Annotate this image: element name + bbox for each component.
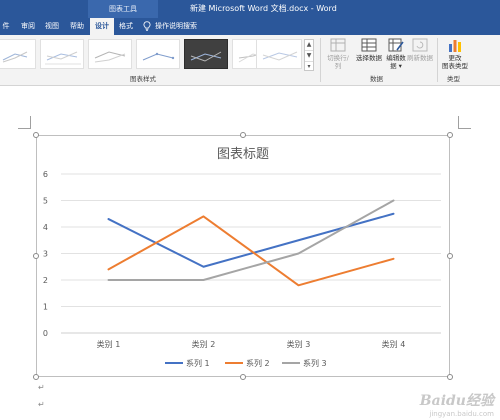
chart-style-1[interactable] <box>0 39 36 69</box>
resize-handle-bottom-left[interactable] <box>33 374 39 380</box>
resize-handle-top[interactable] <box>240 132 246 138</box>
chart-object[interactable]: 图表标题 0 1 2 3 4 5 6 类别 1 类别 2 类别 3 类别 4 系列 1 系列 2 系列 3 <box>36 135 450 377</box>
chart-style-3[interactable] <box>88 39 132 69</box>
baidu-watermark: Baidu经验 jingyan.baidu.com <box>420 390 494 418</box>
y-tick-label: 3 <box>43 250 48 259</box>
switch-row-column-icon <box>330 38 346 52</box>
resize-handle-top-right[interactable] <box>447 132 453 138</box>
tab-file[interactable]: 件 <box>0 18 12 35</box>
edit-data-label-2: 据 ▾ <box>390 62 402 70</box>
switch-row-column-button[interactable]: 切换行/列 <box>324 38 352 70</box>
edit-data-icon <box>388 38 404 52</box>
lightbulb-icon <box>143 21 151 31</box>
tab-review[interactable]: 审阅 <box>16 18 40 35</box>
type-group-label: 类型 <box>447 75 460 83</box>
y-tick-label: 0 <box>43 329 48 338</box>
resize-handle-top-left[interactable] <box>33 132 39 138</box>
chart-style-preview <box>45 51 81 65</box>
series-line-1 <box>107 212 395 268</box>
y-tick-label: 6 <box>43 170 48 179</box>
resize-handle-bottom-right[interactable] <box>447 374 453 380</box>
y-tick-label: 5 <box>43 197 48 206</box>
change-chart-type-label-2: 图表类型 <box>442 62 468 70</box>
edit-data-label-1: 编辑数 <box>386 54 406 62</box>
refresh-data-label: 刷新数据 <box>407 54 433 62</box>
refresh-data-button[interactable]: 刷新数据 <box>406 38 434 62</box>
legend-label-1: 系列 1 <box>186 358 210 368</box>
tab-design[interactable]: 设计 <box>90 18 114 35</box>
refresh-data-icon <box>412 38 428 52</box>
chart-title: 图表标题 <box>217 147 269 162</box>
tab-help[interactable]: 帮助 <box>64 18 90 35</box>
data-group-label: 数据 <box>370 75 383 83</box>
ribbon-tabs: 件 审阅 视图 帮助 设计 格式 操作说明搜索 <box>0 18 500 35</box>
x-tick-label: 类别 4 <box>382 339 406 349</box>
title-bar: 图表工具 新建 Microsoft Word 文档.docx - Word <box>0 0 500 18</box>
x-tick-label: 类别 2 <box>192 339 216 349</box>
switch-row-column-label: 切换行/列 <box>327 54 349 70</box>
ribbon-design: ▲ ▼ ▾ 图表样式 切换行/列 选择数据 编辑数 据 ▾ 刷新数据 数据 更改… <box>0 35 500 86</box>
line-chart: 图表标题 0 1 2 3 4 5 6 类别 1 类别 2 类别 3 类别 4 系列 1 系列 2 系列 3 <box>43 147 441 368</box>
chart-style-7[interactable] <box>256 39 302 69</box>
select-data-label: 选择数据 <box>356 54 382 62</box>
edit-data-button[interactable]: 编辑数 据 ▾ <box>384 38 408 70</box>
document-title: 新建 Microsoft Word 文档.docx - Word <box>190 4 337 13</box>
group-divider <box>320 38 321 82</box>
resize-handle-bottom[interactable] <box>240 374 246 380</box>
chart-style-preview <box>190 51 222 62</box>
change-chart-type-label-1: 更改 <box>448 54 462 62</box>
y-tick-label: 2 <box>43 276 48 285</box>
tab-view[interactable]: 视图 <box>40 18 64 35</box>
select-data-button[interactable]: 选择数据 <box>355 38 383 62</box>
paragraph-mark: ↵ <box>38 383 45 392</box>
chart-style-4[interactable] <box>136 39 180 69</box>
tell-me-search[interactable]: 操作说明搜索 <box>143 18 197 35</box>
chart-style-preview <box>94 51 126 63</box>
select-data-icon <box>361 38 377 52</box>
legend-label-2: 系列 2 <box>246 358 270 368</box>
style-gallery-scroll[interactable]: ▲ ▼ ▾ <box>304 39 314 71</box>
y-tick-label: 1 <box>43 303 48 312</box>
change-chart-type-button[interactable]: 更改 图表类型 <box>440 38 470 70</box>
resize-handle-right[interactable] <box>447 253 453 259</box>
tab-format[interactable]: 格式 <box>114 18 138 35</box>
legend-label-3: 系列 3 <box>303 358 327 368</box>
chart-style-5[interactable] <box>184 39 228 69</box>
margin-corner-mark <box>458 116 471 129</box>
paragraph-mark: ↵ <box>38 400 45 409</box>
watermark-url: jingyan.baidu.com <box>429 410 494 418</box>
group-divider <box>437 38 438 82</box>
chart-style-2[interactable] <box>40 39 84 69</box>
chart-style-preview <box>2 51 28 63</box>
margin-corner-mark <box>18 116 31 129</box>
x-tick-label: 类别 3 <box>287 339 311 349</box>
gallery-up-icon[interactable]: ▲ <box>305 40 313 51</box>
watermark-logo: Baidu经验 <box>419 393 494 409</box>
change-chart-type-icon <box>449 40 461 52</box>
gallery-more-icon[interactable]: ▾ <box>305 62 313 72</box>
gallery-down-icon[interactable]: ▼ <box>305 51 313 62</box>
chart-styles-group-label: 图表样式 <box>130 75 156 83</box>
y-tick-label: 4 <box>43 223 48 232</box>
chart-style-preview <box>142 52 175 61</box>
tell-me-text: 操作说明搜索 <box>155 22 197 30</box>
chart-style-preview <box>262 51 298 61</box>
resize-handle-left[interactable] <box>33 253 39 259</box>
chart-tools-context-label: 图表工具 <box>88 0 158 18</box>
x-tick-label: 类别 1 <box>97 339 121 349</box>
